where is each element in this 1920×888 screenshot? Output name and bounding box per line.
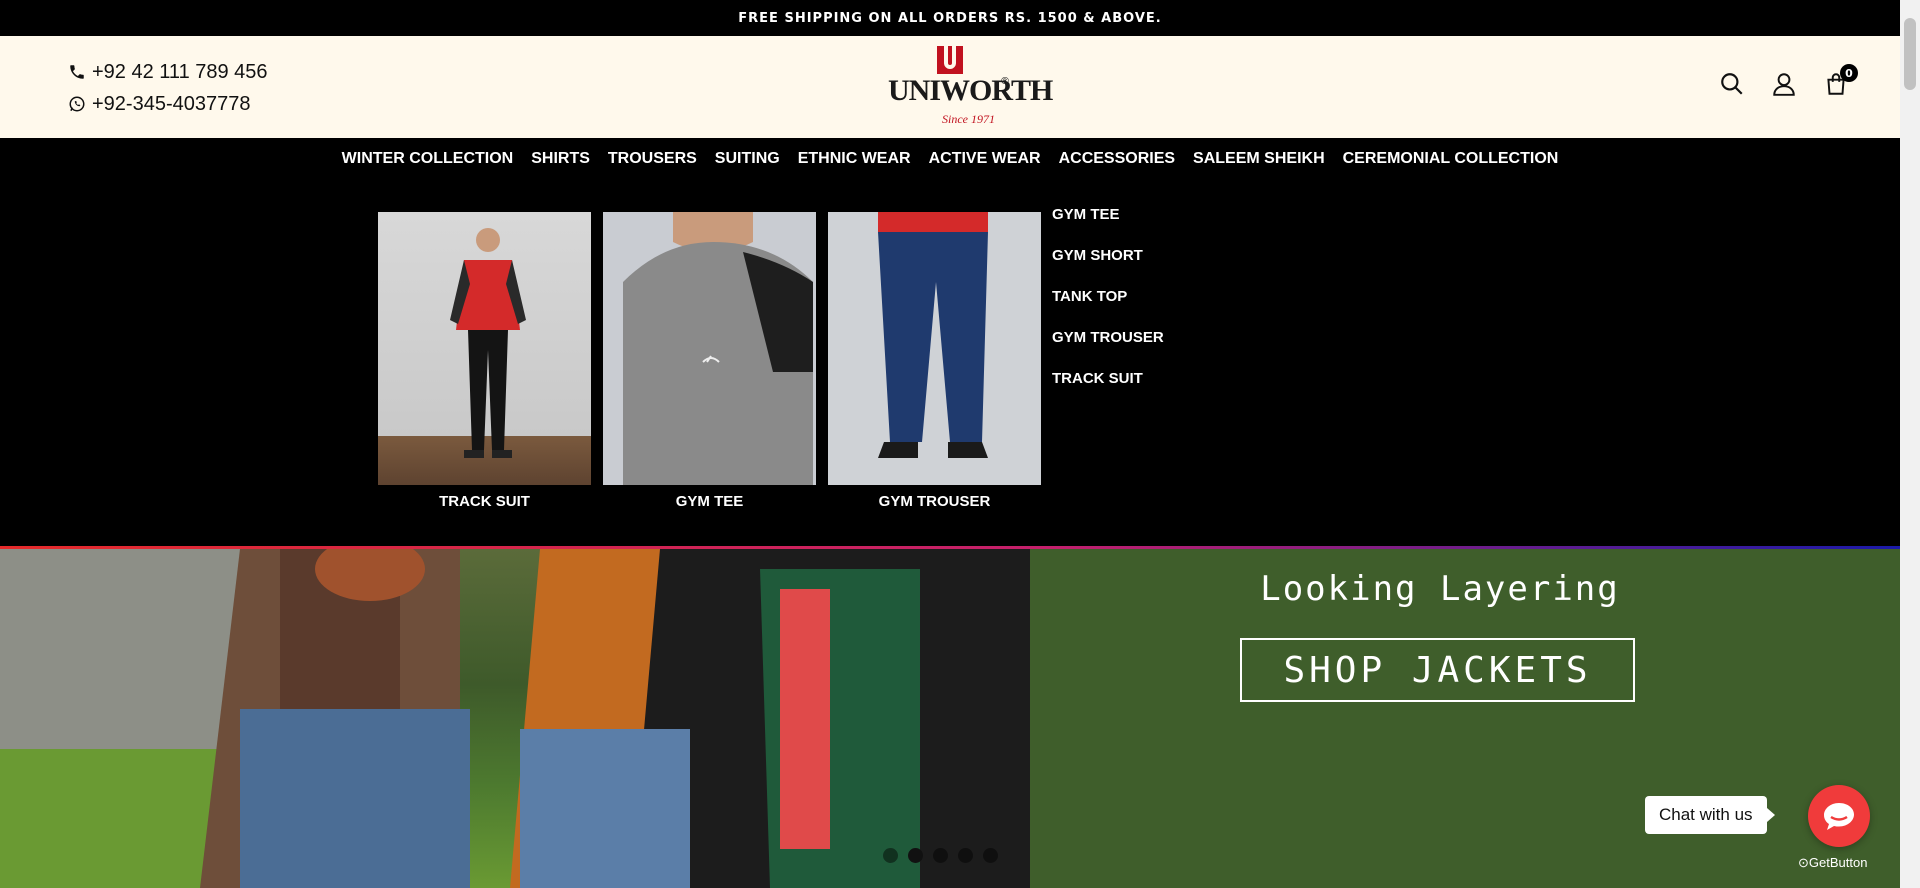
main-nav: WINTER COLLECTION SHIRTS TROUSERS SUITIN… bbox=[0, 138, 1900, 180]
slider-dot[interactable] bbox=[933, 848, 948, 863]
getbutton-logo-icon: ⊙ bbox=[1798, 855, 1809, 870]
scrollbar-thumb[interactable] bbox=[1904, 18, 1916, 90]
hero-banner[interactable]: Looking Layering SHOP JACKETS bbox=[0, 549, 1900, 888]
gym-tee-figure bbox=[623, 212, 813, 485]
nav-item-suiting[interactable]: SUITING bbox=[715, 150, 780, 168]
mega-menu-active-wear: TRACK SUIT GYM TEE GYM TROUSER GYM TEE G… bbox=[0, 180, 1900, 547]
site-logo[interactable]: UNIWORTH ® Since 1971 bbox=[880, 46, 1053, 132]
phone-icon bbox=[70, 65, 84, 79]
logo-registered-mark: ® bbox=[1000, 76, 1010, 87]
phone-line[interactable]: +92 42 111 789 456 bbox=[68, 56, 268, 88]
getbutton-credit[interactable]: ⊙GetButton bbox=[1798, 855, 1867, 871]
logo-u-mark bbox=[937, 46, 963, 74]
nav-item-saleem-sheikh[interactable]: SALEEM SHEIKH bbox=[1193, 150, 1325, 168]
header-icons: 0 bbox=[1718, 64, 1858, 98]
page-scrollbar[interactable] bbox=[1900, 0, 1920, 888]
hero-tagline: Looking Layering bbox=[1260, 569, 1620, 609]
phone-number: +92 42 111 789 456 bbox=[92, 60, 268, 83]
nav-item-winter-collection[interactable]: WINTER COLLECTION bbox=[342, 150, 514, 168]
logo-wordmark: UNIWORTH bbox=[888, 74, 1053, 107]
mega-card-gym-trouser[interactable]: GYM TROUSER bbox=[828, 212, 1041, 510]
nav-item-shirts[interactable]: SHIRTS bbox=[531, 150, 590, 168]
track-suit-image bbox=[378, 212, 591, 485]
shop-jackets-button[interactable]: SHOP JACKETS bbox=[1240, 638, 1635, 702]
chat-bubble-icon bbox=[1824, 803, 1854, 830]
gym-trouser-image bbox=[828, 212, 1041, 485]
search-icon bbox=[1721, 73, 1743, 95]
mega-card-caption: GYM TEE bbox=[675, 493, 744, 510]
mega-link-gym-trouser[interactable]: GYM TROUSER bbox=[1052, 329, 1164, 370]
gym-tee-image bbox=[603, 212, 816, 485]
user-icon bbox=[1773, 73, 1795, 96]
whatsapp-icon bbox=[69, 96, 85, 112]
logo-since: Since 1971 bbox=[942, 112, 995, 126]
mega-link-gym-short[interactable]: GYM SHORT bbox=[1052, 247, 1164, 288]
site-header: +92 42 111 789 456 +92-345-4037778 UNIWO… bbox=[0, 36, 1900, 138]
slider-dot[interactable] bbox=[983, 848, 998, 863]
mega-card-gym-tee[interactable]: GYM TEE bbox=[603, 212, 816, 510]
mega-link-gym-tee[interactable]: GYM TEE bbox=[1052, 206, 1164, 247]
slider-dot[interactable] bbox=[883, 848, 898, 863]
contact-info: +92 42 111 789 456 +92-345-4037778 bbox=[68, 56, 268, 120]
whatsapp-number: +92-345-4037778 bbox=[92, 92, 251, 115]
getbutton-label: GetButton bbox=[1808, 855, 1868, 870]
mega-menu-links: GYM TEE GYM SHORT TANK TOP GYM TROUSER T… bbox=[1052, 206, 1164, 411]
slider-dot[interactable] bbox=[958, 848, 973, 863]
mega-link-track-suit[interactable]: TRACK SUIT bbox=[1052, 370, 1164, 411]
nav-item-ceremonial-collection[interactable]: CEREMONIAL COLLECTION bbox=[1343, 150, 1559, 168]
nav-item-trousers[interactable]: TROUSERS bbox=[608, 150, 697, 168]
mega-card-track-suit[interactable]: TRACK SUIT bbox=[378, 212, 591, 510]
nav-item-ethnic-wear[interactable]: ETHNIC WEAR bbox=[798, 150, 911, 168]
slider-dots bbox=[883, 848, 998, 863]
nav-item-active-wear[interactable]: ACTIVE WEAR bbox=[929, 150, 1041, 168]
mega-card-caption: GYM TROUSER bbox=[878, 493, 991, 510]
mega-link-tank-top[interactable]: TANK TOP bbox=[1052, 288, 1164, 329]
slider-dot-active[interactable] bbox=[908, 848, 923, 863]
chat-button[interactable] bbox=[1808, 785, 1870, 847]
announcement-text: FREE SHIPPING ON ALL ORDERS RS. 1500 & A… bbox=[738, 10, 1162, 26]
nav-item-accessories[interactable]: ACCESSORIES bbox=[1059, 150, 1175, 168]
account-button[interactable] bbox=[1770, 70, 1798, 98]
chat-label[interactable]: Chat with us bbox=[1645, 796, 1775, 834]
cart-count-badge: 0 bbox=[1840, 64, 1858, 82]
announcement-bar: FREE SHIPPING ON ALL ORDERS RS. 1500 & A… bbox=[0, 0, 1900, 36]
whatsapp-line[interactable]: +92-345-4037778 bbox=[68, 88, 268, 120]
cart-button[interactable]: 0 bbox=[1822, 64, 1858, 98]
mega-card-caption: TRACK SUIT bbox=[439, 493, 530, 510]
track-suit-figure bbox=[450, 228, 526, 458]
search-button[interactable] bbox=[1718, 70, 1746, 98]
gym-trouser-figure bbox=[878, 212, 988, 458]
